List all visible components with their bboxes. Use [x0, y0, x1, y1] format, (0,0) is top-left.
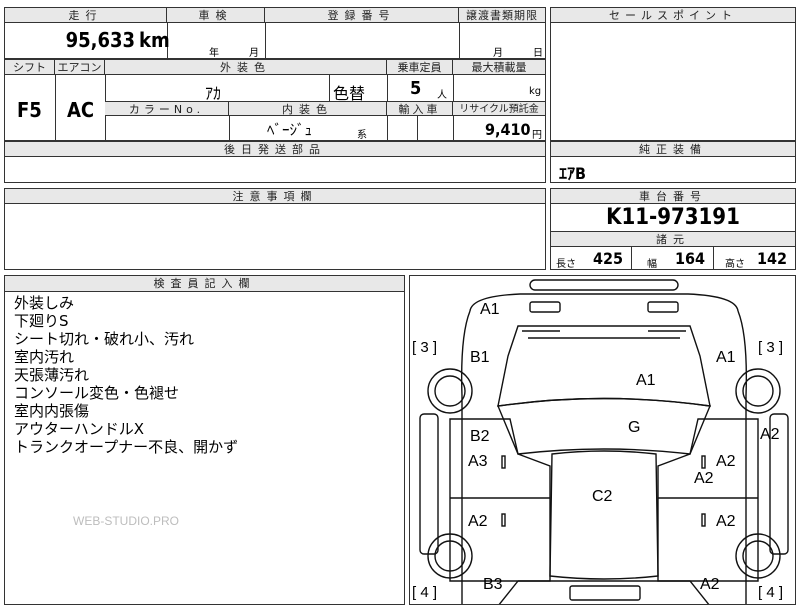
exterior-color-label: 外装色: [105, 60, 387, 75]
height-label: 高さ: [725, 259, 745, 270]
interior-color-value: ﾍﾞｰｼﾞｭ: [267, 121, 313, 139]
mark-right-side-rocker: A2: [760, 426, 780, 443]
front-bumper-outline: [469, 293, 739, 312]
capacity-value: 5: [410, 78, 422, 99]
inspection-month-label: 月: [249, 48, 259, 59]
transfer-deadline-label: 譲渡書類期限: [459, 8, 545, 23]
recycle-unit: 円: [532, 130, 542, 141]
shift-label: シフト: [5, 60, 55, 75]
inspector-note: 天張薄汚れ: [14, 366, 90, 384]
inspector-note: コンソール変色・色褪せ: [14, 384, 180, 402]
mileage-value: 95,633: [65, 28, 135, 52]
car-outline-svg: [419, 279, 789, 604]
length-label: 長さ: [556, 259, 576, 270]
height-value: 142: [757, 249, 788, 268]
recycle-amount: 9,410: [485, 120, 531, 139]
mark-right-front-door2: A2: [694, 470, 714, 487]
bracket-left-bottom: [ 4 ]: [412, 584, 438, 601]
bracket-right-top: [ 3 ]: [758, 339, 784, 356]
parts-section: 後日発送部品: [4, 141, 546, 183]
interior-suffix: 系: [357, 130, 367, 141]
mark-right-rear-fender: A2: [700, 576, 720, 593]
recycle-label: リサイクル預託金: [453, 101, 545, 116]
mark-front-bumper: A1: [480, 301, 500, 318]
windshield-outline: [497, 397, 711, 455]
equipment-value: ｴｱB: [559, 164, 586, 183]
width-value: 164: [675, 249, 706, 268]
load-unit: kg: [529, 86, 542, 97]
caution-label: 注意事項欄: [5, 189, 545, 204]
mark-left-front-fender: B1: [470, 349, 490, 366]
color-no-label: カラーNo.: [105, 101, 229, 116]
inspection-year-label: 年: [209, 48, 219, 59]
chassis-number: K11-973191: [606, 205, 740, 230]
left-rocker-outline: [419, 413, 439, 555]
equipment-section: 純正装備 ｴｱB: [550, 141, 796, 183]
specs-label: 諸元: [551, 231, 795, 247]
bracket-right-bottom: [ 4 ]: [758, 584, 784, 601]
mark-left-rear-fender: B3: [483, 576, 503, 593]
mark-roof: C2: [592, 488, 613, 505]
inspector-note: 室内内張傷: [14, 402, 90, 420]
headlight-left-outline: [529, 301, 561, 313]
inspector-note: トランクオープナー不良、開かず: [14, 438, 239, 456]
bracket-left-top: [ 3 ]: [412, 339, 438, 356]
interior-color-label: 内装色: [229, 101, 387, 116]
chassis-section: 車台番号 K11-973191 諸元 長さ 425 幅 164 高さ 142: [550, 188, 796, 270]
sales-point-section: セールスポイント: [550, 7, 796, 141]
inspector-note: 下廻りS: [14, 312, 69, 330]
length-value: 425: [593, 249, 624, 268]
transfer-day-label: 日: [533, 48, 543, 59]
mark-roof-front: G: [628, 419, 641, 436]
watermark: WEB-STUDIO.PRO: [73, 514, 180, 528]
mark-hood: A1: [636, 372, 656, 389]
inspector-note: シート切れ・破れ小、汚れ: [14, 330, 195, 348]
parts-label: 後日発送部品: [5, 142, 545, 157]
car-diagram: [ 3 ] [ 3 ] [ 4 ] [ 4 ] A1 A1 B1 A1 G B2…: [409, 275, 796, 605]
capacity-label: 乗車定員: [387, 60, 453, 75]
inspection-label: 車検: [167, 8, 265, 23]
aircon-value: AC: [67, 98, 95, 122]
mark-left-rear-door: A2: [468, 513, 488, 530]
headlight-right-outline: [647, 301, 679, 313]
inspector-note: 室内汚れ: [14, 348, 75, 366]
max-load-label: 最大積載量: [453, 60, 545, 75]
mark-left-front-door: A3: [468, 453, 488, 470]
mark-left-front-door-upper: B2: [470, 428, 490, 445]
registration-label: 登録番号: [265, 8, 459, 23]
caution-section: 注意事項欄: [4, 188, 546, 270]
import-label: 輸入車: [387, 101, 453, 116]
vehicle-details-table: シフト エアコン 外装色 乗車定員 最大積載量 F5 AC ｱｶ 色替 5 人 …: [4, 59, 546, 141]
width-label: 幅: [647, 259, 657, 270]
top-info-table: 走行 車検 登録番号 譲渡書類期限 95,633 km 年 月 月 日: [4, 7, 546, 59]
sales-point-label: セールスポイント: [551, 8, 795, 23]
mileage-label: 走行: [5, 8, 167, 23]
transfer-month-label: 月: [493, 48, 503, 59]
front-grille-outline: [529, 279, 679, 291]
inspector-section: 検査員記入欄 外装しみ 下廻りS シート切れ・破れ小、汚れ 室内汚れ 天張薄汚れ コンソー…: [4, 275, 405, 605]
inspector-note: 外装しみ: [14, 294, 75, 312]
roof-outline: [549, 450, 659, 580]
mark-right-front-door: A2: [716, 453, 736, 470]
shift-value: F5: [17, 98, 42, 122]
mark-right-rear-door: A2: [716, 513, 736, 530]
mark-right-front-fender: A1: [716, 349, 736, 366]
mileage-unit: km: [139, 28, 170, 52]
inspector-label: 検査員記入欄: [5, 276, 404, 292]
equipment-label: 純正装備: [551, 142, 795, 157]
aircon-label: エアコン: [55, 60, 105, 75]
capacity-unit: 人: [437, 90, 447, 101]
chassis-label: 車台番号: [551, 189, 795, 204]
inspector-note: アウターハンドルX: [14, 420, 144, 438]
